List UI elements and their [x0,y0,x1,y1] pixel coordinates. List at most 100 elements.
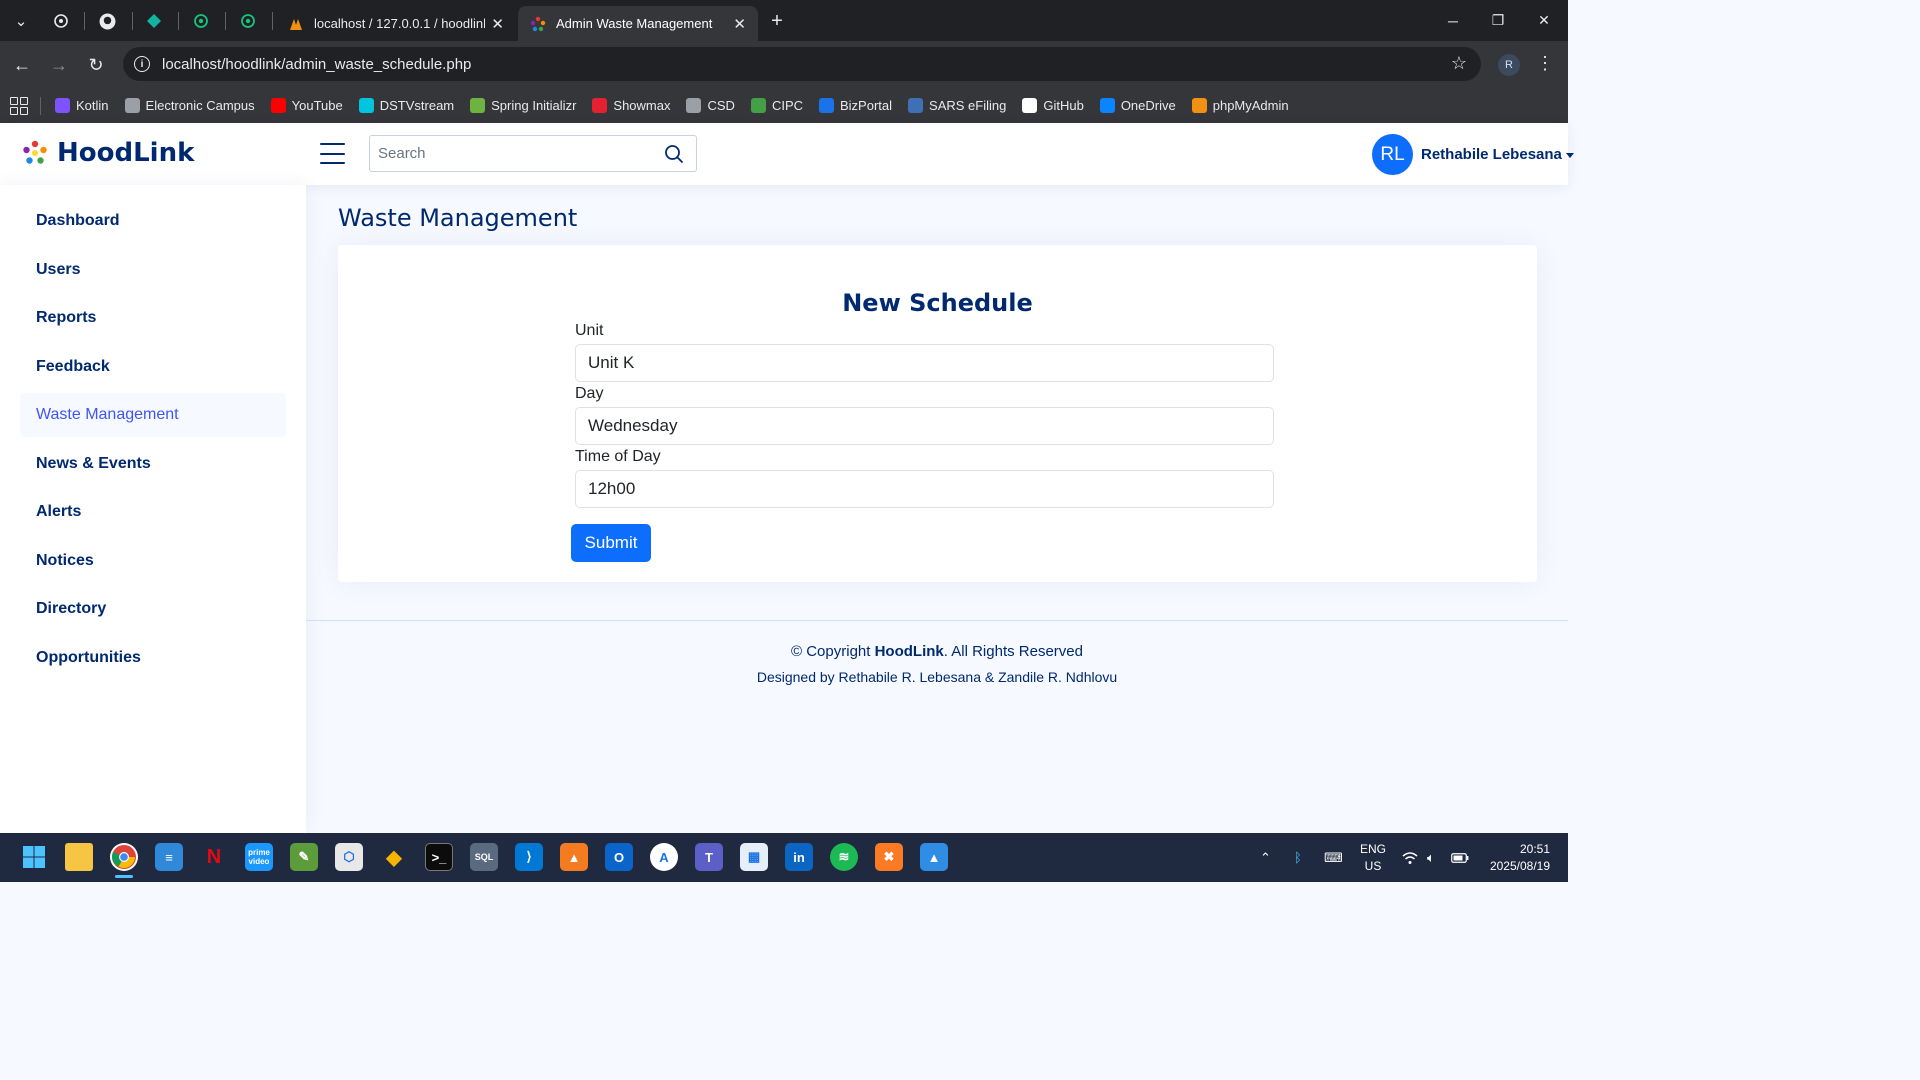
region-code: US [1364,859,1382,873]
tab-title: Admin Waste Management [556,16,713,31]
spotify-icon[interactable]: ≋ [830,843,858,871]
notepad-icon[interactable]: ≡ [155,843,183,871]
search-icon[interactable] [664,144,684,164]
bookmark-favicon-icon [55,98,70,113]
keyboard-icon[interactable]: ⌨ [1324,833,1343,882]
battery-icon[interactable] [1451,833,1469,882]
minimize-button[interactable]: ─ [1430,0,1476,41]
sidebar-item-directory[interactable]: Directory [20,587,286,631]
photos-icon[interactable]: ▲ [920,843,948,871]
search-input[interactable] [370,136,650,171]
sidebar-item-dashboard[interactable]: Dashboard [20,199,286,243]
bookmark-bizportal[interactable]: BizPortal [819,98,892,113]
android-studio-icon[interactable]: A [650,843,678,871]
draw-app-icon[interactable]: ▲ [560,843,588,871]
browser-profile-avatar[interactable]: R [1498,54,1520,76]
chrome-icon[interactable] [110,843,138,871]
diamond-pinned-tab-icon[interactable] [141,8,167,34]
bookmark-label: DSTVstream [379,98,455,113]
bookmark-dstvstream[interactable]: DSTVstream [358,98,455,113]
submit-button[interactable]: Submit [571,524,651,562]
bookmark-cipc[interactable]: CIPC [750,98,803,113]
browser-menu-icon[interactable]: ⋮ [1536,53,1554,74]
prime-video-icon[interactable]: prime video [245,843,273,871]
bookmark-csd[interactable]: CSD [686,98,735,113]
url-text[interactable]: localhost/hoodlink/admin_waste_schedule.… [162,56,471,73]
bookmark-github[interactable]: GitHub [1022,98,1084,113]
time-of-day-field[interactable] [575,470,1274,508]
language-code: ENG [1359,842,1386,856]
bookmark-electronic-campus[interactable]: Electronic Campus [124,98,255,113]
bookmark-favicon-icon [124,98,140,113]
openai-pinned-tab-icon[interactable] [188,8,214,34]
bookmark-youtube[interactable]: YouTube [270,98,343,113]
close-tab-icon[interactable]: ✕ [491,15,504,33]
restore-button[interactable]: ❐ [1475,0,1521,41]
bookmark-spring-initializr[interactable]: Spring Initializr [470,98,576,113]
wifi-icon[interactable] [1402,833,1418,882]
bookmark-kotlin[interactable]: Kotlin [55,98,109,113]
site-info-icon[interactable]: i [134,56,150,72]
tab-search-icon[interactable]: ⌄ [8,8,34,34]
windows-start-icon[interactable] [20,843,48,871]
vscode-icon[interactable]: ⟩ [515,843,543,871]
sidebar-item-notices[interactable]: Notices [20,539,286,583]
xampp-icon[interactable]: ✖ [875,843,903,871]
language-indicator[interactable]: ENG US [1358,841,1388,875]
sql-tool-icon[interactable]: SQL [470,843,498,871]
new-tab-button[interactable]: + [764,8,790,34]
apps-grid-icon[interactable] [10,96,28,115]
user-name[interactable]: Rethabile Lebesana [1421,146,1574,163]
linkedin-icon[interactable]: in [785,843,813,871]
unit-field[interactable] [575,344,1274,382]
logo[interactable]: HoodLink [22,138,194,168]
bookmark-label: Electronic Campus [145,98,255,113]
bookmark-favicon-icon [908,98,924,113]
bookmark-favicon-icon [1022,98,1038,113]
sidebar-item-waste-management[interactable]: Waste Management [20,393,286,437]
virtualbox-icon[interactable]: ⬡ [335,843,363,871]
bookmark-star-icon[interactable]: ☆ [1451,53,1467,74]
bookmark-onedrive[interactable]: OneDrive [1099,98,1176,113]
git-kraken-icon[interactable]: ◆ [380,843,408,871]
bluetooth-icon[interactable]: ᛒ [1294,833,1302,882]
sidebar-item-users[interactable]: Users [20,248,286,292]
file-explorer-icon[interactable] [65,843,93,871]
bookmark-sars-efiling[interactable]: SARS eFiling [908,98,1006,113]
bookmark-showmax[interactable]: Showmax [592,98,670,113]
show-hidden-icons-icon[interactable]: ⌃ [1260,833,1271,882]
terminal-icon[interactable]: >_ [425,843,453,871]
sidebar-item-feedback[interactable]: Feedback [20,345,286,389]
tab-admin-waste-management[interactable]: Admin Waste Management ✕ [518,6,758,41]
copyright-prefix: © Copyright [791,643,871,660]
github-pinned-tab-icon[interactable] [94,8,120,34]
sidebar-item-opportunities[interactable]: Opportunities [20,636,286,680]
netflix-icon[interactable]: N [200,843,228,871]
footer: © Copyright HoodLink. All Rights Reserve… [306,620,1568,833]
openai-pinned-tab-icon-2[interactable] [235,8,261,34]
close-window-button[interactable]: ✕ [1521,0,1567,41]
sidebar-item-news-events[interactable]: News & Events [20,442,286,486]
avatar[interactable]: RL [1372,134,1413,175]
teams-icon[interactable]: T [695,843,723,871]
bookmark-phpmyadmin[interactable]: phpMyAdmin [1191,98,1289,113]
app-header: HoodLink RL Rethabile Lebesana [0,123,1574,185]
reload-button[interactable]: ↻ [82,51,110,79]
notepad-plus-plus-icon[interactable]: ✎ [290,843,318,871]
chatgpt-pinned-tab-icon[interactable] [48,8,74,34]
back-button[interactable]: ← [8,51,36,79]
user-profile-dropdown[interactable]: RL Rethabile Lebesana [1372,134,1574,175]
volume-icon[interactable]: 🔈︎ [1427,833,1435,882]
sidebar-toggle-icon[interactable] [320,143,345,164]
calendar-icon[interactable]: ▦ [740,843,768,871]
copyright: © Copyright HoodLink. All Rights Reserve… [306,643,1568,660]
day-field[interactable] [575,407,1274,445]
forward-button[interactable]: → [45,51,73,79]
sidebar-item-reports[interactable]: Reports [20,296,286,340]
outlook-icon[interactable]: O [605,843,633,871]
address-bar[interactable]: i localhost/hoodlink/admin_waste_schedul… [123,47,1481,81]
close-tab-icon[interactable]: ✕ [733,15,746,33]
tab-phpmyadmin[interactable]: localhost / 127.0.0.1 / hoodlink ✕ [276,6,516,41]
system-clock[interactable]: 20:51 2025/08/19 [1480,841,1550,875]
sidebar-item-alerts[interactable]: Alerts [20,490,286,534]
